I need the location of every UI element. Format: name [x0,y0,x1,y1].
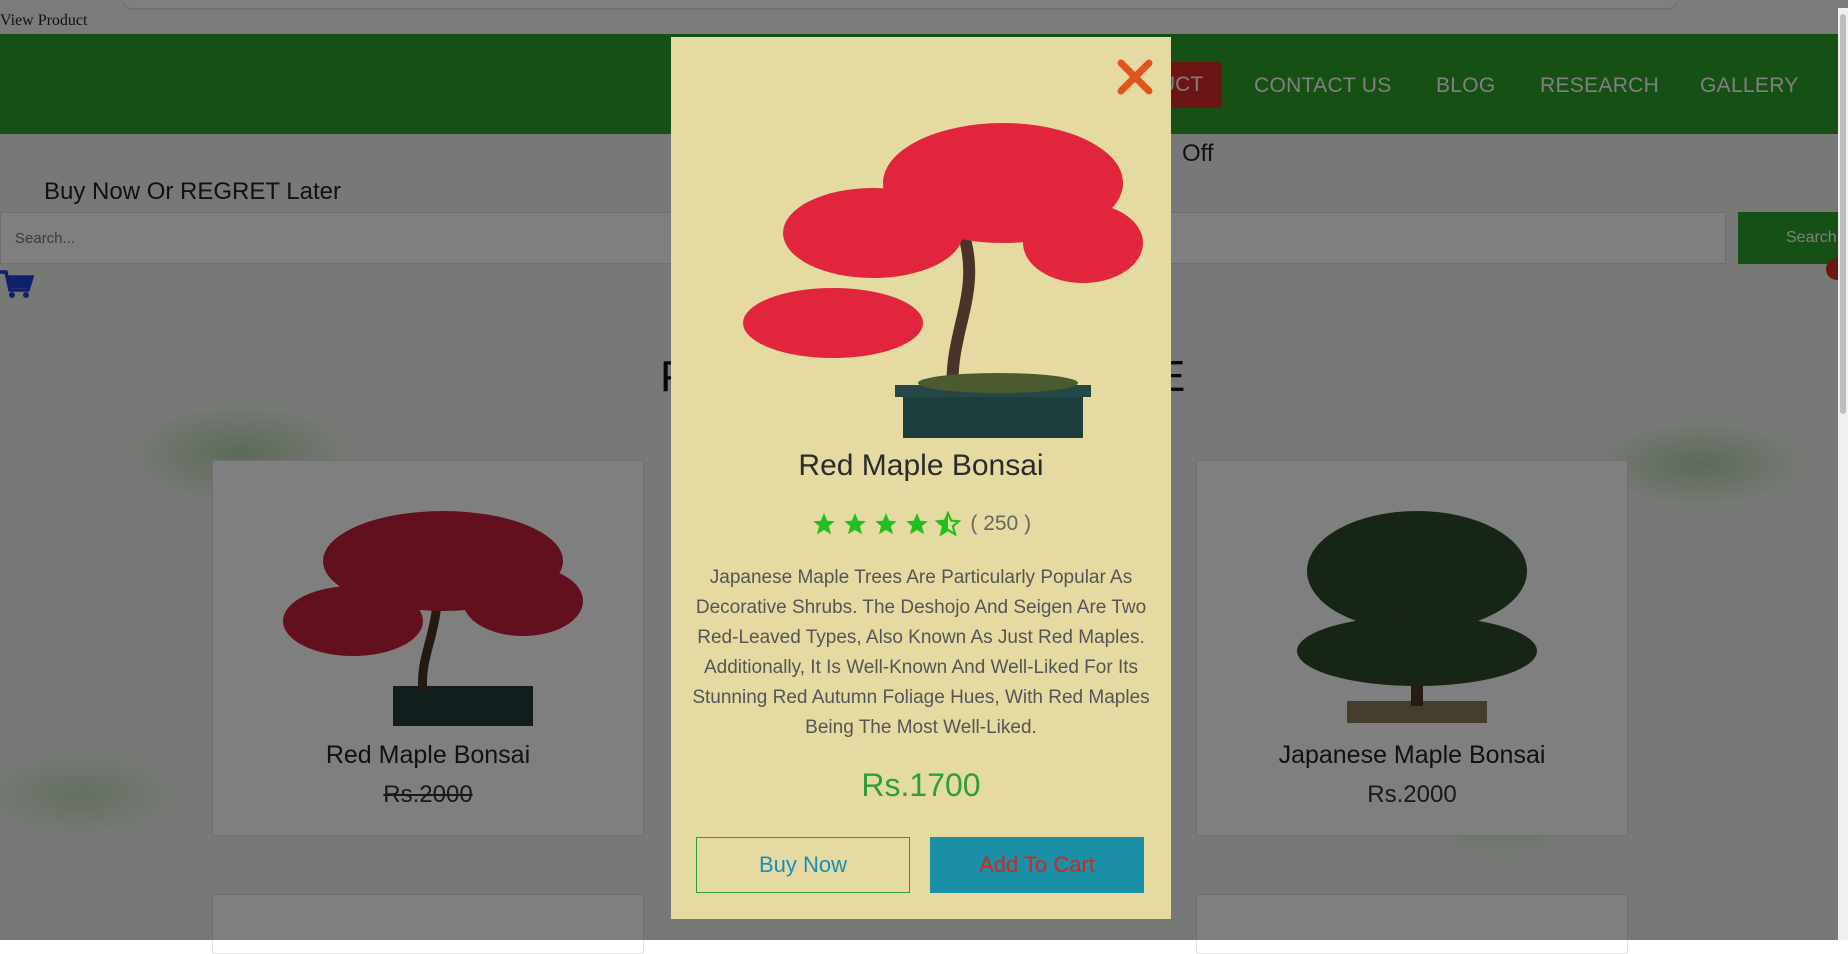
star-icon [813,513,835,535]
buy-now-button[interactable]: Buy Now [696,837,910,893]
scrollbar[interactable] [1838,8,1848,940]
star-icon [875,513,897,535]
product-description: Japanese Maple Trees Are Particularly Po… [692,567,1150,738]
star-half-icon [934,510,962,537]
product-modal: Red Maple Bonsai ( 250 ) Japanese Maple … [671,37,1171,919]
modal-title: Red Maple Bonsai [798,449,1044,482]
modal-price: Rs.1700 [861,767,981,803]
star-icon [844,513,866,535]
star-icon [906,513,929,535]
rating: ( 250 ) [671,510,1171,537]
close-icon[interactable] [1115,57,1155,97]
product-image [743,123,1143,438]
review-count: ( 250 ) [970,512,1032,535]
add-to-cart-button[interactable]: Add To Cart [930,837,1144,893]
scrollbar-thumb[interactable] [1840,14,1846,414]
